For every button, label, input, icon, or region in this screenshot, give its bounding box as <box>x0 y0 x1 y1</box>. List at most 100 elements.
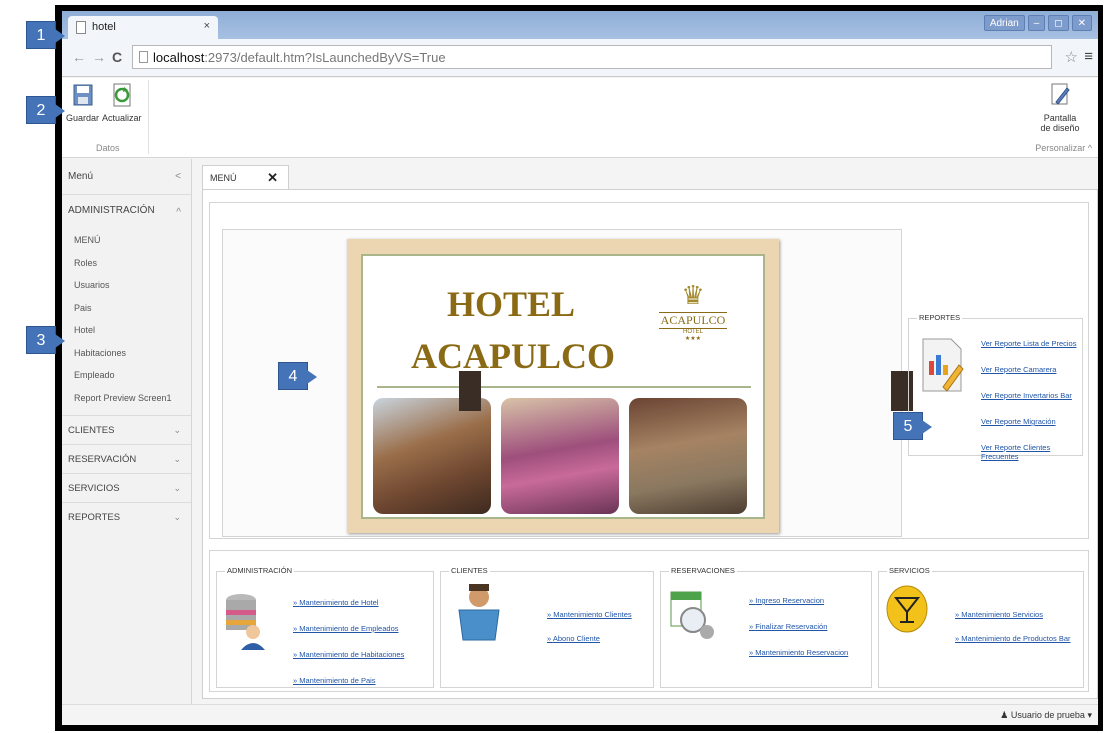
hotel-room-photo <box>501 398 619 514</box>
section-admin-links: » Mantenimiento de Hotel » Mantenimiento… <box>293 598 404 702</box>
tab-strip: hotel × Adrian – ◻ ✕ <box>62 11 1098 39</box>
save-icon <box>73 84 93 106</box>
sidebar-item-hotel[interactable]: Hotel <box>74 319 191 342</box>
link-mantenimiento-pais[interactable]: » Mantenimiento de Pais <box>293 676 404 702</box>
section-servicios-links: » Mantenimiento Servicios » Mantenimient… <box>955 610 1071 658</box>
collapse-sidebar-icon[interactable]: < <box>175 171 181 182</box>
sidebar-section-clientes[interactable]: CLIENTES ⌄ <box>62 415 191 444</box>
refresh-button[interactable]: Actualizar <box>102 82 142 123</box>
client-folder-icon <box>458 584 500 641</box>
section-clientes-links: » Mantenimiento Clientes » Abono Cliente <box>547 610 632 658</box>
sidebar-item-pais[interactable]: Pais <box>74 297 191 320</box>
save-button[interactable]: Guardar <box>66 82 99 123</box>
link-mantenimiento-hotel[interactable]: » Mantenimiento de Hotel <box>293 598 404 624</box>
sidebar-section-servicios[interactable]: SERVICIOS ⌄ <box>62 473 191 502</box>
reports-legend: REPORTES <box>917 313 963 322</box>
sidebar-item-empleado[interactable]: Empleado <box>74 364 191 387</box>
section-reservaciones-links: » Ingreso Reservacion » Finalizar Reserv… <box>749 596 848 674</box>
sidebar-section-label: SERVICIOS <box>68 483 120 494</box>
sidebar-item-menu[interactable]: MENÚ <box>74 229 191 252</box>
hotel-name-line1: HOTEL <box>446 284 576 324</box>
back-arrow-icon[interactable]: ← <box>72 49 92 65</box>
section-servicios-legend: SERVICIOS <box>887 566 932 575</box>
refresh-icon <box>113 83 131 107</box>
tab-menu[interactable]: MENÚ ✕ <box>202 165 289 189</box>
url-path: :2973/default.htm?IsLaunchedByVS=True <box>204 50 446 65</box>
link-mantenimiento-productos-bar[interactable]: » Mantenimiento de Productos Bar <box>955 634 1071 658</box>
sidebar-section-label: ADMINISTRACIÓN <box>68 205 155 216</box>
section-admin: ADMINISTRACIÓN » Mantenimiento de Hotel … <box>216 566 434 688</box>
database-user-icon <box>226 594 265 650</box>
link-mantenimiento-habitaciones[interactable]: » Mantenimiento de Habitaciones <box>293 650 404 676</box>
bottom-group: ADMINISTRACIÓN » Mantenimiento de Hotel … <box>209 550 1089 692</box>
collapse-ribbon-icon[interactable]: ^ <box>1088 143 1092 153</box>
section-reservaciones-legend: RESERVACIONES <box>669 566 737 575</box>
report-link-camarera[interactable]: Ver Reporte Camarera <box>981 365 1082 391</box>
minimize-button[interactable]: – <box>1027 15 1046 31</box>
callout-3: 3 <box>26 326 65 354</box>
hotel-restaurant-photo <box>629 398 747 514</box>
section-reservaciones: RESERVACIONES » Ingreso Reservacion » Fi… <box>660 566 872 688</box>
sidebar-section-admin[interactable]: ADMINISTRACIÓN ^ <box>62 195 191 225</box>
sidebar-item-roles[interactable]: Roles <box>74 252 191 275</box>
report-chart-icon <box>922 338 964 392</box>
report-link-clientes-frecuentes[interactable]: Ver Reporte Clientes Frecuentes <box>981 443 1082 469</box>
browser-tab[interactable]: hotel × <box>68 16 218 39</box>
profile-button[interactable]: Adrian <box>983 15 1025 31</box>
link-mantenimiento-servicios[interactable]: » Mantenimiento Servicios <box>955 610 1071 634</box>
maximize-button[interactable]: ◻ <box>1048 15 1069 31</box>
link-mantenimiento-reservacion[interactable]: » Mantenimiento Reservacion <box>749 648 848 674</box>
user-name: Usuario de prueba <box>1010 710 1085 720</box>
close-window-button[interactable]: ✕ <box>1071 15 1092 31</box>
close-tab-icon[interactable]: × <box>204 20 210 32</box>
poster-rule <box>377 386 751 388</box>
report-link-migracion[interactable]: Ver Reporte Migración <box>981 417 1082 443</box>
link-abono-cliente[interactable]: » Abono Cliente <box>547 634 632 658</box>
link-ingreso-reservacion[interactable]: » Ingreso Reservacion <box>749 596 848 622</box>
sidebar-section-reportes[interactable]: REPORTES ⌄ <box>62 502 191 531</box>
hotel-image-box: HOTEL ACAPULCO ♛ ACAPULCO HOTEL ★★★ <box>222 229 913 537</box>
close-tab-icon[interactable]: ✕ <box>267 170 278 186</box>
ribbon-group-data: Datos <box>96 143 120 153</box>
report-link-precios[interactable]: Ver Reporte Lista de Precios <box>981 339 1082 365</box>
page-icon <box>76 21 86 34</box>
report-link-inventarios[interactable]: Ver Reporte Invertarios Bar <box>981 391 1082 417</box>
link-mantenimiento-empleados[interactable]: » Mantenimiento de Empleados <box>293 624 404 650</box>
url-input[interactable]: localhost:2973/default.htm?IsLaunchedByV… <box>132 45 1052 69</box>
url-host: localhost <box>153 50 205 65</box>
forward-arrow-icon[interactable]: → <box>92 49 112 65</box>
status-bar: ♟ Usuario de prueba ▾ <box>62 704 1098 725</box>
chevron-down-icon: ⌄ <box>173 454 181 464</box>
design-screen-label-2: de diseño <box>1040 123 1080 133</box>
sidebar-item-habitaciones[interactable]: Habitaciones <box>74 342 191 365</box>
section-servicios: SERVICIOS » Mantenimiento Servicios » Ma… <box>878 566 1084 688</box>
sidebar-section-label: REPORTES <box>68 512 121 523</box>
section-admin-legend: ADMINISTRACIÓN <box>225 566 295 575</box>
sidebar-item-report-preview[interactable]: Report Preview Screen1 <box>74 387 191 410</box>
design-screen-icon <box>1051 83 1070 105</box>
chevron-up-icon: ^ <box>176 207 181 218</box>
hotel-name: HOTEL ACAPULCO <box>411 278 615 382</box>
sidebar-section-reservacion[interactable]: RESERVACIÓN ⌄ <box>62 444 191 473</box>
user-menu[interactable]: ♟ Usuario de prueba ▾ <box>1000 710 1092 721</box>
link-finalizar-reservacion[interactable]: » Finalizar Reservación <box>749 622 848 648</box>
crown-icon: ♛ <box>681 280 705 310</box>
link-mantenimiento-clientes[interactable]: » Mantenimiento Clientes <box>547 610 632 634</box>
tab-menu-label: MENÚ <box>210 173 237 183</box>
window-controls: Adrian – ◻ ✕ <box>983 15 1092 31</box>
bookmark-star-icon[interactable]: ☆ <box>1065 48 1078 66</box>
logo-name: ACAPULCO <box>658 312 728 329</box>
browser-menu-icon[interactable]: ≡ <box>1084 48 1093 65</box>
hotel-name-line2: ACAPULCO <box>411 336 615 376</box>
save-label: Guardar <box>66 113 100 123</box>
hotel-exterior-photo <box>373 398 491 514</box>
sidebar-item-usuarios[interactable]: Usuarios <box>74 274 191 297</box>
hotel-poster: HOTEL ACAPULCO ♛ ACAPULCO HOTEL ★★★ <box>347 239 913 533</box>
menu-panel: HOTEL ACAPULCO ♛ ACAPULCO HOTEL ★★★ REPO… <box>202 189 1098 699</box>
design-screen-button[interactable]: Pantalla de diseño <box>1030 82 1090 133</box>
reload-icon[interactable]: C <box>112 49 128 65</box>
chevron-down-icon: ⌄ <box>173 483 181 493</box>
browser-window: hotel × Adrian – ◻ ✕ ←→C localhost:2973/… <box>62 11 1098 725</box>
page-icon <box>139 51 148 63</box>
browser-tab-title: hotel <box>92 21 116 33</box>
